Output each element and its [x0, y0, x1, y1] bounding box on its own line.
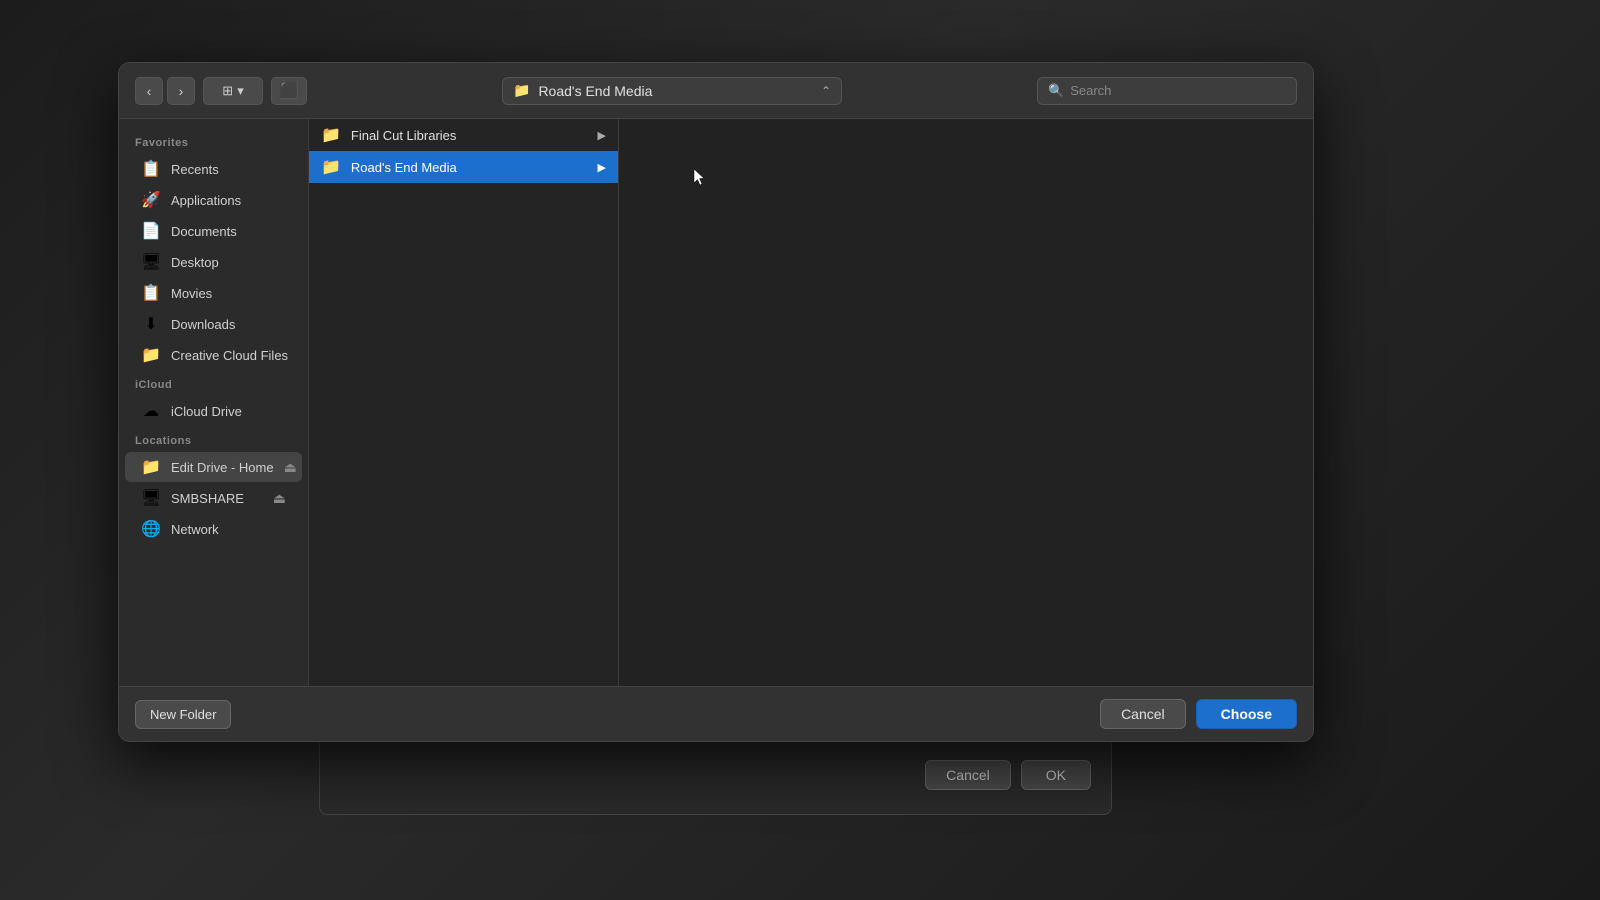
- action-button[interactable]: ⬛: [271, 77, 307, 105]
- sidebar-item-label: Edit Drive - Home: [171, 460, 274, 475]
- forward-button[interactable]: ›: [167, 77, 195, 105]
- sidebar-item-recents[interactable]: 📋 Recents: [125, 154, 302, 184]
- column-item-label: Road's End Media: [351, 160, 588, 175]
- file-dialog: ‹ › ⊞ ▾ ⬛ 📁 Road's End Media ⌃ 🔍 Favorit…: [118, 62, 1314, 742]
- sidebar-item-edit-drive[interactable]: 📁 Edit Drive - Home ⏏: [125, 452, 302, 482]
- bg-cancel-button[interactable]: Cancel: [925, 760, 1011, 790]
- sidebar: Favorites 📋 Recents 🚀 Applications 📄 Doc…: [119, 119, 309, 686]
- cancel-button[interactable]: Cancel: [1100, 699, 1186, 729]
- sidebar-item-label: Creative Cloud Files: [171, 348, 288, 363]
- footer: New Folder Cancel Choose: [119, 686, 1313, 741]
- roads-end-folder-icon: 📁: [321, 157, 341, 177]
- sidebar-item-label: Recents: [171, 162, 219, 177]
- sidebar-item-desktop[interactable]: 🖥 Desktop: [125, 247, 302, 277]
- view-icon: ⊞: [222, 83, 233, 99]
- eject-edit-drive-button[interactable]: ⏏: [284, 459, 297, 476]
- search-box[interactable]: 🔍: [1037, 77, 1297, 105]
- panels-area: 📁 Final Cut Libraries ▶ 📁 Road's End Med…: [309, 119, 1313, 686]
- bg-ok-button[interactable]: OK: [1021, 760, 1091, 790]
- sidebar-item-label: Desktop: [171, 255, 219, 270]
- content-area: Favorites 📋 Recents 🚀 Applications 📄 Doc…: [119, 119, 1313, 686]
- view-button[interactable]: ⊞ ▾: [203, 77, 263, 105]
- choose-button[interactable]: Choose: [1196, 699, 1297, 729]
- location-label: Road's End Media: [538, 83, 813, 99]
- smbshare-icon: 🖥: [141, 488, 161, 508]
- column-item-label: Final Cut Libraries: [351, 128, 588, 143]
- sidebar-item-downloads[interactable]: ⬇ Downloads: [125, 309, 302, 339]
- favorites-label: Favorites: [119, 129, 308, 153]
- back-button[interactable]: ‹: [135, 77, 163, 105]
- sidebar-item-label: SMBSHARE: [171, 491, 244, 506]
- sidebar-item-label: Network: [171, 522, 219, 537]
- sidebar-item-label: iCloud Drive: [171, 404, 242, 419]
- search-input[interactable]: [1070, 83, 1286, 98]
- sidebar-item-documents[interactable]: 📄 Documents: [125, 216, 302, 246]
- locations-label: Locations: [119, 427, 308, 451]
- sidebar-item-applications[interactable]: 🚀 Applications: [125, 185, 302, 215]
- new-folder-button[interactable]: New Folder: [135, 700, 231, 729]
- edit-drive-icon: 📁: [141, 457, 161, 477]
- sidebar-item-icloud-drive[interactable]: ☁ iCloud Drive: [125, 396, 302, 426]
- column-item-arrow-selected-icon: ▶: [598, 161, 606, 174]
- sidebar-item-network[interactable]: 🌐 Network: [125, 514, 302, 544]
- toolbar: ‹ › ⊞ ▾ ⬛ 📁 Road's End Media ⌃ 🔍: [119, 63, 1313, 119]
- search-icon: 🔍: [1048, 83, 1064, 99]
- location-folder-icon: 📁: [513, 82, 530, 99]
- eject-smbshare-button[interactable]: ⏏: [273, 490, 286, 507]
- column-item-arrow-icon: ▶: [598, 129, 606, 142]
- column-item-final-cut[interactable]: 📁 Final Cut Libraries ▶: [309, 119, 618, 151]
- sidebar-item-creative-cloud[interactable]: 📁 Creative Cloud Files: [125, 340, 302, 370]
- sidebar-item-smbshare[interactable]: 🖥 SMBSHARE ⏏: [125, 483, 302, 513]
- network-icon: 🌐: [141, 519, 161, 539]
- action-icon: ⬛: [279, 81, 299, 101]
- sidebar-item-movies[interactable]: 📋 Movies: [125, 278, 302, 308]
- nav-buttons: ‹ ›: [135, 77, 195, 105]
- icloud-label: iCloud: [119, 371, 308, 395]
- sidebar-item-label: Documents: [171, 224, 237, 239]
- location-dropdown[interactable]: 📁 Road's End Media ⌃: [502, 77, 842, 105]
- desktop-icon: 🖥: [141, 252, 161, 272]
- background-dialog: Cancel OK: [319, 735, 1112, 815]
- sidebar-item-label: Downloads: [171, 317, 235, 332]
- movies-icon: 📋: [141, 283, 161, 303]
- creative-cloud-icon: 📁: [141, 345, 161, 365]
- column-panel-1: 📁 Final Cut Libraries ▶ 📁 Road's End Med…: [309, 119, 619, 686]
- documents-icon: 📄: [141, 221, 161, 241]
- downloads-icon: ⬇: [141, 314, 161, 334]
- sidebar-item-label: Applications: [171, 193, 241, 208]
- sidebar-item-label: Movies: [171, 286, 212, 301]
- icloud-drive-icon: ☁: [141, 401, 161, 421]
- recents-icon: 📋: [141, 159, 161, 179]
- column-panel-2: [619, 119, 1313, 686]
- applications-icon: 🚀: [141, 190, 161, 210]
- view-chevron-icon: ▾: [237, 83, 244, 99]
- location-chevron-icon: ⌃: [821, 84, 831, 98]
- final-cut-folder-icon: 📁: [321, 125, 341, 145]
- column-item-roads-end[interactable]: 📁 Road's End Media ▶: [309, 151, 618, 183]
